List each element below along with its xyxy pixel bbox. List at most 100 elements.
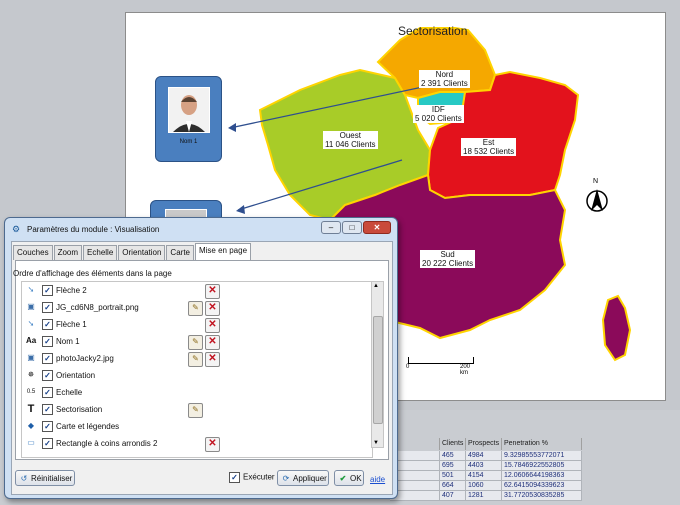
text-aa-icon: Aa — [26, 336, 37, 345]
tab-carte[interactable]: Carte — [166, 245, 194, 260]
region-name: Sud — [440, 250, 455, 259]
edit-pencil-icon[interactable]: ✎ — [188, 352, 203, 367]
scale-item-icon: 0.5 — [26, 389, 36, 395]
table-row[interactable]: 664 1060 62.6415094339623 — [390, 481, 582, 491]
delete-icon[interactable]: ✕ — [205, 301, 220, 316]
table-row[interactable]: 407 1281 31.7720530835285 — [390, 491, 582, 501]
list-item[interactable]: Aa ✓ Nom 1 ✎ ✕ — [22, 333, 372, 350]
compass-item-icon: ✵ — [27, 370, 35, 379]
table-header-clients[interactable]: Clients — [440, 438, 466, 450]
tab-echelle[interactable]: Echelle — [83, 245, 118, 260]
region-clients: 20 222 Clients — [422, 259, 474, 268]
list-item[interactable]: ▭ ✓ Rectangle à coins arrondis 2 ✕ — [22, 435, 372, 452]
table-cell: 4984 — [466, 451, 502, 461]
list-item[interactable]: ▣ ✓ photoJacky2.jpg ✎ ✕ — [22, 350, 372, 367]
tab-orientation[interactable]: Orientation — [118, 245, 166, 260]
map-title: Sectorisation — [398, 24, 468, 38]
list-item[interactable]: T ✓ Sectorisation ✎ — [22, 401, 372, 418]
edit-pencil-icon[interactable]: ✎ — [188, 301, 203, 316]
visibility-checkbox[interactable]: ✓ — [42, 319, 53, 330]
table-header-penetration[interactable]: Penetration % — [502, 438, 582, 450]
scrollbar-thumb[interactable] — [373, 316, 383, 424]
list-item[interactable]: ◆ ✓ Carte et légendes — [22, 418, 372, 435]
table-header-prospects[interactable]: Prospects — [466, 438, 502, 450]
delete-icon[interactable]: ✕ — [205, 335, 220, 350]
table-cell: 501 — [440, 471, 466, 481]
table-cell: 62.6415094339623 — [502, 481, 582, 491]
scale-start-label: 0 — [406, 364, 410, 370]
maximize-button[interactable]: □ — [342, 221, 362, 234]
module-settings-dialog: ⚙ Paramètres du module : Visualisation –… — [4, 217, 398, 499]
list-scrollbar[interactable]: ▲ ▼ — [371, 281, 384, 448]
region-name: IDF — [431, 105, 445, 114]
execute-checkbox[interactable]: ✓ — [229, 472, 240, 483]
list-item-label: Echelle — [56, 388, 83, 397]
visibility-checkbox[interactable]: ✓ — [42, 336, 53, 347]
section-label: Ordre d'affichage des éléments dans la p… — [13, 269, 172, 278]
region-name: Nord — [435, 70, 454, 79]
scroll-up-icon[interactable]: ▲ — [373, 283, 379, 289]
list-item[interactable]: ✵ ✓ Orientation — [22, 367, 372, 384]
list-item[interactable]: ➘ ✓ Flèche 2 ✕ — [22, 282, 372, 299]
scroll-down-icon[interactable]: ▼ — [373, 440, 379, 446]
list-item-label: Sectorisation — [56, 405, 103, 414]
delete-icon[interactable]: ✕ — [205, 437, 220, 452]
minimize-button[interactable]: – — [321, 221, 341, 234]
list-item[interactable]: ➘ ✓ Flèche 1 ✕ — [22, 316, 372, 333]
reset-icon: ↺ — [20, 474, 28, 483]
scale-end-label: 200 km — [460, 364, 471, 376]
visibility-checkbox[interactable]: ✓ — [42, 285, 53, 296]
table-cell: 4403 — [466, 461, 502, 471]
dialog-title: Paramètres du module : Visualisation — [27, 225, 160, 234]
region-label-est: Est 18 532 Clients — [461, 138, 517, 156]
tab-strip: Couches Zoom Echelle Orientation Carte M… — [13, 243, 252, 260]
check-icon: ✔ — [339, 474, 347, 483]
visibility-checkbox[interactable]: ✓ — [42, 421, 53, 432]
image-item-icon: ▣ — [27, 353, 35, 362]
region-label-sud: Sud 20 222 Clients — [420, 250, 476, 268]
edit-pencil-icon[interactable]: ✎ — [188, 403, 203, 418]
list-item[interactable]: 0.5 ✓ Echelle — [22, 384, 372, 401]
region-label-ouest: Ouest 11 046 Clients — [323, 131, 378, 149]
card-name: Nom 1 — [179, 139, 198, 145]
table-row[interactable]: 695 4403 15.7846922552805 — [390, 461, 582, 471]
list-item-label: Flèche 2 — [56, 286, 87, 295]
visibility-checkbox[interactable]: ✓ — [42, 370, 53, 381]
scale-line — [408, 357, 474, 364]
photo-card-nom-1[interactable]: Nom 1 — [155, 76, 222, 162]
apply-button-label: Appliquer — [293, 474, 327, 483]
arrow-fleche-2-head — [236, 205, 245, 214]
table-row[interactable]: 465 4984 9.32985553772071 — [390, 451, 582, 461]
delete-icon[interactable]: ✕ — [205, 318, 220, 333]
visibility-checkbox[interactable]: ✓ — [42, 438, 53, 449]
close-button[interactable]: ✕ — [363, 221, 391, 234]
table-cell: 1060 — [466, 481, 502, 491]
help-link[interactable]: aide — [370, 475, 385, 484]
ok-button[interactable]: ✔ OK — [334, 470, 364, 486]
table-cell: 695 — [440, 461, 466, 471]
compass-icon: N — [585, 178, 609, 216]
region-clients: 2 391 Clients — [421, 79, 468, 88]
apply-button[interactable]: ⟳ Appliquer — [277, 470, 329, 486]
edit-pencil-icon[interactable]: ✎ — [188, 335, 203, 350]
reset-button[interactable]: ↺ Réinitialiser — [15, 470, 75, 486]
tab-zoom[interactable]: Zoom — [53, 245, 83, 260]
arrow-item-icon: ➘ — [27, 285, 35, 294]
map-item-icon: ◆ — [27, 421, 35, 430]
tab-mise-en-page[interactable]: Mise en page — [194, 243, 252, 260]
arrow-fleche-1-head — [228, 123, 236, 132]
visibility-checkbox[interactable]: ✓ — [42, 353, 53, 364]
region-clients: 18 532 Clients — [463, 147, 515, 156]
visibility-checkbox[interactable]: ✓ — [42, 404, 53, 415]
execute-checkbox-row[interactable]: ✓ Exécuter — [229, 472, 275, 483]
tab-couches[interactable]: Couches — [13, 245, 53, 260]
table-row[interactable]: 501 4154 12.0606644198363 — [390, 471, 582, 481]
list-item[interactable]: ▣ ✓ JG_cd6N8_portrait.png ✎ ✕ — [22, 299, 372, 316]
visibility-checkbox[interactable]: ✓ — [42, 387, 53, 398]
delete-icon[interactable]: ✕ — [205, 284, 220, 299]
arrow-item-icon: ➘ — [27, 319, 35, 328]
delete-icon[interactable]: ✕ — [205, 352, 220, 367]
table-cell: 4154 — [466, 471, 502, 481]
table-cell: 15.7846922552805 — [502, 461, 582, 471]
visibility-checkbox[interactable]: ✓ — [42, 302, 53, 313]
